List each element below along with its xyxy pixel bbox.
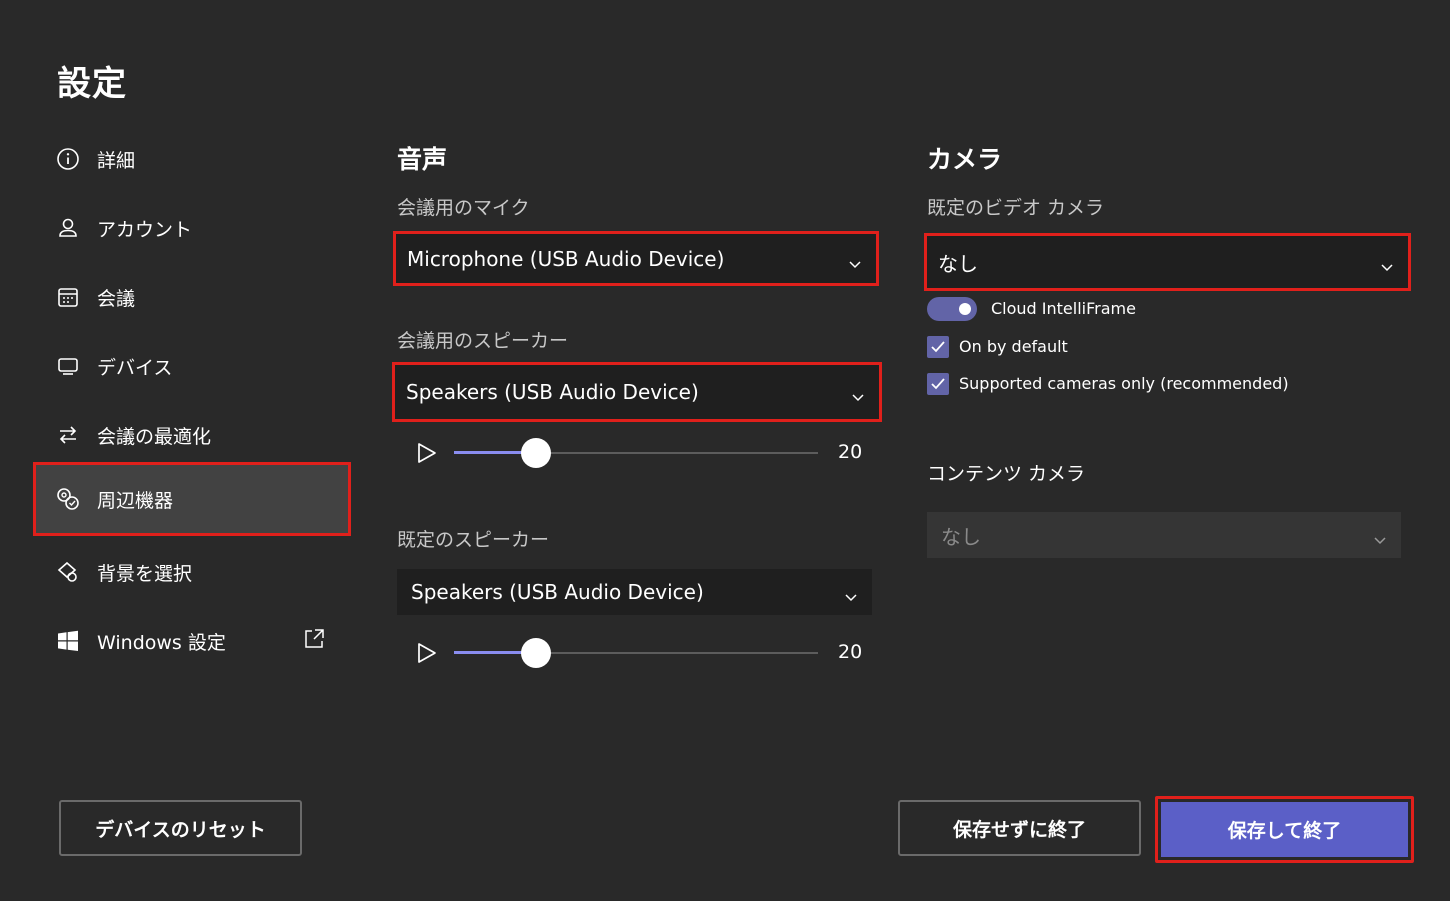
swap-arrows-icon bbox=[55, 422, 81, 448]
chevron-down-icon bbox=[844, 585, 858, 602]
save-and-exit-button-label: 保存して終了 bbox=[1227, 820, 1342, 842]
volume-value: 20 bbox=[838, 441, 863, 463]
meeting-speaker-value: Speakers (USB Audio Device) bbox=[406, 380, 699, 404]
windows-logo-icon bbox=[55, 628, 81, 654]
shapes-icon bbox=[55, 559, 81, 585]
chevron-down-icon bbox=[848, 252, 862, 268]
default-speaker-volume-row: 20 bbox=[414, 638, 874, 668]
sidebar-item-label: 会議 bbox=[97, 287, 136, 310]
sidebar-item-devices[interactable]: デバイス bbox=[33, 329, 351, 403]
default-video-camera-label: 既定のビデオ カメラ bbox=[927, 197, 1105, 219]
default-video-camera-value: なし bbox=[938, 251, 978, 276]
info-icon bbox=[55, 146, 81, 172]
play-icon[interactable] bbox=[414, 440, 440, 466]
camera-section-title: カメラ bbox=[927, 145, 1003, 174]
supported-cameras-only-checkbox[interactable] bbox=[927, 373, 949, 395]
supported-cameras-only-label: Supported cameras only (recommended) bbox=[959, 374, 1289, 393]
sidebar-item-background[interactable]: 背景を選択 bbox=[33, 535, 351, 609]
reset-devices-button[interactable]: デバイスのリセット bbox=[59, 800, 302, 856]
external-link-icon bbox=[303, 628, 325, 650]
default-speaker-value: Speakers (USB Audio Device) bbox=[411, 580, 704, 604]
sidebar-item-meeting-optimization[interactable]: 会議の最適化 bbox=[33, 398, 351, 472]
meeting-mic-value: Microphone (USB Audio Device) bbox=[407, 246, 725, 271]
sidebar-item-peripherals[interactable]: 周辺機器 bbox=[33, 462, 351, 536]
sidebar-item-label: 会議の最適化 bbox=[97, 425, 212, 448]
content-camera-value: なし bbox=[941, 524, 981, 549]
sidebar-item-label: デバイス bbox=[97, 356, 173, 379]
save-and-exit-button[interactable]: 保存して終了 bbox=[1155, 796, 1414, 863]
cloud-intelliframe-label: Cloud IntelliFrame bbox=[991, 299, 1136, 318]
checkmark-icon bbox=[931, 378, 945, 390]
sidebar-item-windows-settings[interactable]: Windows 設定 bbox=[33, 604, 351, 678]
default-video-camera-select[interactable]: なし bbox=[924, 233, 1411, 291]
chevron-down-icon bbox=[851, 385, 865, 402]
exit-without-saving-button[interactable]: 保存せずに終了 bbox=[898, 800, 1141, 856]
meeting-mic-label: 会議用のマイク bbox=[397, 197, 530, 219]
calendar-icon bbox=[55, 284, 81, 310]
sidebar-item-meetings[interactable]: 会議 bbox=[33, 260, 351, 334]
volume-value: 20 bbox=[838, 641, 863, 663]
sidebar-item-label: 周辺機器 bbox=[97, 489, 174, 512]
sidebar-item-details[interactable]: 詳細 bbox=[33, 122, 351, 196]
sidebar-item-label: 背景を選択 bbox=[97, 562, 193, 585]
sidebar-item-account[interactable]: アカウント bbox=[33, 191, 351, 265]
chevron-down-icon bbox=[1373, 528, 1387, 545]
sidebar-item-label: 詳細 bbox=[97, 149, 136, 172]
page-title: 設定 bbox=[57, 64, 127, 104]
content-camera-select[interactable]: なし bbox=[927, 512, 1401, 558]
audio-section-title: 音声 bbox=[397, 145, 448, 174]
content-camera-label: コンテンツ カメラ bbox=[927, 463, 1086, 485]
meeting-speaker-label: 会議用のスピーカー bbox=[397, 330, 569, 352]
default-speaker-select[interactable]: Speakers (USB Audio Device) bbox=[397, 569, 872, 615]
toggle-knob bbox=[959, 303, 971, 315]
volume-slider-thumb[interactable] bbox=[521, 638, 551, 668]
reset-devices-button-label: デバイスのリセット bbox=[95, 818, 266, 841]
save-and-exit-button-fill: 保存して終了 bbox=[1161, 802, 1408, 857]
on-by-default-checkbox[interactable] bbox=[927, 336, 949, 358]
sidebar-item-label: Windows 設定 bbox=[97, 631, 226, 654]
chevron-down-icon bbox=[1380, 255, 1394, 272]
play-icon[interactable] bbox=[414, 640, 440, 666]
meeting-speaker-select[interactable]: Speakers (USB Audio Device) bbox=[392, 362, 882, 422]
cloud-intelliframe-toggle[interactable] bbox=[927, 297, 977, 321]
person-icon bbox=[55, 215, 81, 241]
default-speaker-label: 既定のスピーカー bbox=[397, 529, 550, 551]
meeting-mic-select[interactable]: Microphone (USB Audio Device) bbox=[393, 231, 879, 286]
checkmark-icon bbox=[931, 341, 945, 353]
sidebar-item-label: アカウント bbox=[97, 218, 193, 241]
volume-slider-thumb[interactable] bbox=[521, 438, 551, 468]
meeting-speaker-volume-row: 20 bbox=[414, 438, 874, 468]
monitor-icon bbox=[55, 353, 81, 379]
exit-without-saving-button-label: 保存せずに終了 bbox=[952, 818, 1086, 841]
on-by-default-label: On by default bbox=[959, 337, 1068, 356]
peripherals-icon bbox=[55, 486, 81, 512]
